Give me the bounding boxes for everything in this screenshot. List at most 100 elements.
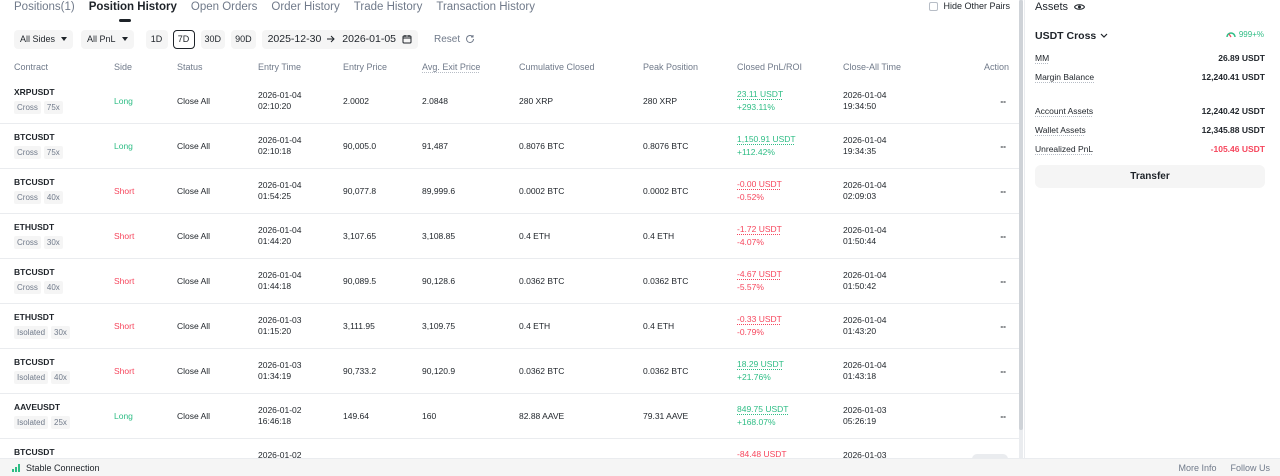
asset-label[interactable]: Unrealized PnL — [1035, 144, 1093, 154]
margin-mode-badge: Cross — [14, 191, 41, 204]
tab-positions[interactable]: Positions(1) — [14, 0, 75, 18]
margin-mode-badge: Cross — [14, 101, 41, 114]
close-date: 2026-01-04 — [843, 315, 887, 325]
action-cell[interactable]: -- — [1000, 141, 1006, 151]
scrollbar-thumb[interactable] — [1019, 0, 1023, 430]
table-row: XRPUSDT Cross 75x Long Close All 2026-01-04 02… — [0, 79, 1020, 124]
more-info-link[interactable]: More Info — [1178, 463, 1216, 473]
closed-pnl-cell[interactable]: -0.00 USDT -0.52% — [737, 178, 782, 204]
close-date: 2026-01-03 — [843, 405, 887, 415]
period-7d-button[interactable]: 7D — [172, 29, 195, 49]
side-cell: Short — [114, 231, 135, 241]
contract-symbol[interactable]: BTCUSDT — [14, 447, 55, 457]
margin-mode-badge: Isolated — [14, 371, 49, 384]
closed-pnl-cell[interactable]: -0.33 USDT -0.79% — [737, 313, 782, 339]
hide-other-pairs-toggle[interactable]: Hide Other Pairs — [929, 1, 1010, 11]
closed-pnl-cell[interactable]: 1,150.91 USDT +112.42% — [737, 133, 796, 159]
closed-pnl-cell[interactable]: 23.11 USDT +293.11% — [737, 88, 783, 114]
asset-label[interactable]: Account Assets — [1035, 106, 1093, 116]
transfer-button[interactable]: Transfer — [1035, 165, 1265, 188]
status-bar: Stable Connection More Info Follow Us — [0, 458, 1280, 476]
action-cell[interactable]: -- — [1000, 276, 1006, 286]
tab-order-history[interactable]: Order History — [271, 0, 339, 18]
contract-symbol[interactable]: ETHUSDT — [14, 312, 70, 322]
closed-pnl-cell[interactable]: -4.67 USDT -5.57% — [737, 268, 782, 294]
avg-exit-price-cell: 90,120.9 — [422, 366, 456, 376]
entry-clock: 16:46:18 — [258, 416, 292, 426]
contract-symbol[interactable]: AAVEUSDT — [14, 402, 70, 412]
entry-clock: 01:34:19 — [258, 371, 292, 381]
eye-icon[interactable] — [1074, 3, 1086, 11]
status-cell: Close All — [177, 186, 211, 196]
tab-transaction-history[interactable]: Transaction History — [436, 0, 535, 18]
period-1d-button[interactable]: 1D — [145, 29, 168, 49]
entry-time-cell: 2026-01-03 01:34:19 — [258, 360, 301, 382]
contract-badges: Cross 30x — [14, 236, 63, 249]
contract-symbol[interactable]: XRPUSDT — [14, 87, 63, 97]
asset-label[interactable]: Wallet Assets — [1035, 125, 1086, 135]
closed-pnl-cell[interactable]: -84.48 USDT — [737, 448, 787, 458]
contract-cell: ETHUSDT Isolated 30x — [14, 312, 70, 339]
action-cell[interactable]: -- — [1000, 321, 1006, 331]
contract-symbol[interactable]: ETHUSDT — [14, 222, 63, 232]
date-range-picker[interactable]: 2025-12-30 2026-01-05 — [261, 29, 419, 49]
asset-row: Margin Balance 12,240.41 USDT — [1035, 72, 1265, 82]
contract-cell: XRPUSDT Cross 75x — [14, 87, 63, 114]
table-row: BTCUSDT Cross 40x Short Close All 2026-01-04 0… — [0, 259, 1020, 304]
avg-exit-price-cell: 89,999.6 — [422, 186, 456, 196]
follow-us-link[interactable]: Follow Us — [1230, 463, 1270, 473]
side-cell: Long — [114, 141, 133, 151]
closed-pnl-cell[interactable]: 18.29 USDT +21.76% — [737, 358, 784, 384]
leverage-badge: 30x — [43, 236, 63, 249]
sides-select[interactable]: All Sides — [14, 29, 74, 49]
table-row: AAVEUSDT Isolated 25x Long Close All 2026-01-… — [0, 394, 1020, 439]
connection-status[interactable]: Stable Connection — [12, 463, 100, 473]
position-history-panel: Positions(1) Position History Open Order… — [0, 0, 1024, 458]
checkbox-icon[interactable] — [929, 1, 939, 11]
action-cell[interactable]: -- — [1000, 411, 1006, 421]
tab-bar: Positions(1) Position History Open Order… — [14, 0, 535, 22]
period-30d-button[interactable]: 30D — [200, 29, 226, 49]
calendar-icon — [402, 35, 412, 44]
asset-label[interactable]: MM — [1035, 53, 1049, 63]
entry-clock: 01:44:18 — [258, 281, 292, 291]
roi-value: +21.76% — [737, 372, 771, 382]
col-action: Action — [984, 62, 1010, 72]
tab-trade-history[interactable]: Trade History — [354, 0, 423, 18]
peak-position-cell: 0.0362 BTC — [643, 366, 689, 376]
tab-position-history[interactable]: Position History — [89, 0, 177, 22]
scrollbar[interactable] — [1019, 0, 1023, 458]
close-time-cell: 2026-01-04 01:50:42 — [843, 270, 886, 292]
entry-price-cell: 90,077.8 — [343, 186, 377, 196]
asset-label[interactable]: Margin Balance — [1035, 72, 1094, 82]
closed-pnl-cell[interactable]: -1.72 USDT -4.07% — [737, 223, 782, 249]
tab-open-orders[interactable]: Open Orders — [191, 0, 257, 18]
entry-time-cell: 2026-01-03 01:15:20 — [258, 315, 301, 337]
contract-symbol[interactable]: BTCUSDT — [14, 177, 63, 187]
peak-position-cell: 0.0362 BTC — [643, 276, 689, 286]
action-cell[interactable]: -- — [1000, 96, 1006, 106]
cumulative-closed-cell: 280 XRP — [519, 96, 554, 106]
entry-date: 2026-01-03 — [258, 360, 302, 370]
margin-mode-select[interactable]: USDT Cross — [1035, 30, 1108, 42]
table-row: BTCUSDTShort2026-01-02-84.48 USDT2026-01… — [0, 439, 1020, 458]
table-row: BTCUSDT Cross 75x Long Close All 2026-01-04 02… — [0, 124, 1020, 169]
period-90d-button[interactable]: 90D — [231, 29, 256, 49]
closed-pnl-cell[interactable]: 849.75 USDT +168.07% — [737, 403, 789, 429]
contract-symbol[interactable]: BTCUSDT — [14, 132, 63, 142]
contract-symbol[interactable]: BTCUSDT — [14, 267, 63, 277]
entry-clock: 01:44:20 — [258, 236, 292, 246]
contract-symbol[interactable]: BTCUSDT — [14, 357, 70, 367]
avg-exit-price-cell: 91,487 — [422, 141, 448, 151]
pnl-select[interactable]: All PnL — [81, 29, 134, 49]
action-cell[interactable]: -- — [1000, 186, 1006, 196]
status-cell: Close All — [177, 321, 211, 331]
closed-pnl-value: -4.67 USDT — [737, 269, 782, 279]
chevron-down-icon — [1100, 33, 1108, 38]
leverage-badge: 75x — [43, 146, 63, 159]
action-cell[interactable]: -- — [1000, 366, 1006, 376]
action-cell[interactable]: -- — [1000, 231, 1006, 241]
close-clock: 02:09:03 — [843, 191, 877, 201]
side-cell: Long — [114, 411, 133, 421]
reset-button[interactable]: Reset — [434, 34, 475, 45]
